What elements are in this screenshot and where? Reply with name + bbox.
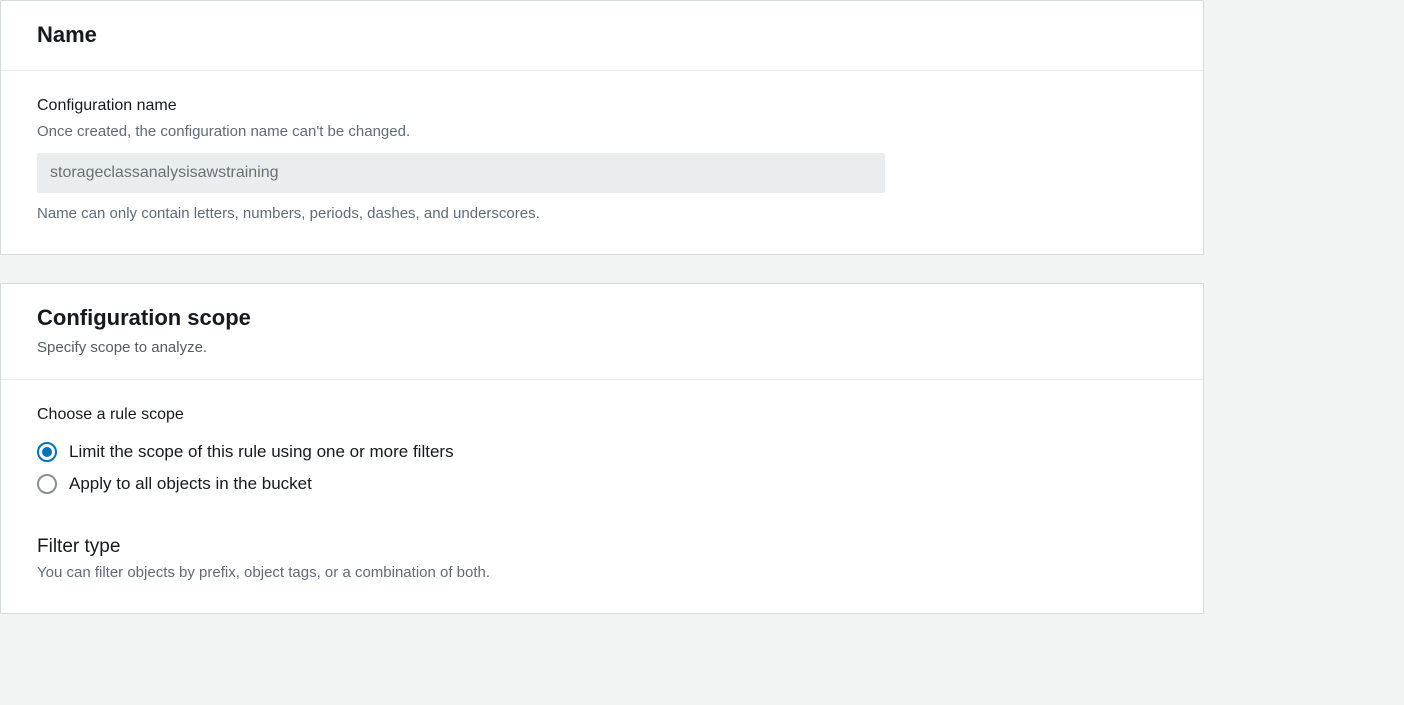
- radio-option-all[interactable]: Apply to all objects in the bucket: [37, 468, 1175, 500]
- scope-panel: Configuration scope Specify scope to ana…: [0, 283, 1204, 614]
- configuration-name-label: Configuration name: [37, 95, 1175, 117]
- scope-panel-header: Configuration scope Specify scope to ana…: [1, 284, 1203, 380]
- radio-label-limit: Limit the scope of this rule using one o…: [69, 442, 454, 462]
- scope-panel-body: Choose a rule scope Limit the scope of t…: [1, 380, 1203, 613]
- rule-scope-radio-group: Limit the scope of this rule using one o…: [37, 436, 1175, 500]
- configuration-name-hint: Once created, the configuration name can…: [37, 121, 1175, 144]
- configuration-name-input: [37, 153, 885, 193]
- filter-type-section: Filter type You can filter objects by pr…: [37, 536, 1175, 585]
- scope-panel-subtitle: Specify scope to analyze.: [37, 337, 1175, 360]
- name-panel-body: Configuration name Once created, the con…: [1, 71, 1203, 254]
- rule-scope-field: Choose a rule scope Limit the scope of t…: [37, 404, 1175, 500]
- rule-scope-label: Choose a rule scope: [37, 404, 1175, 426]
- radio-label-all: Apply to all objects in the bucket: [69, 474, 312, 494]
- filter-type-hint: You can filter objects by prefix, object…: [37, 562, 1175, 585]
- radio-icon: [37, 474, 57, 494]
- configuration-name-help: Name can only contain letters, numbers, …: [37, 203, 1175, 226]
- name-panel-title: Name: [37, 21, 1175, 50]
- name-panel: Name Configuration name Once created, th…: [0, 0, 1204, 255]
- radio-icon: [37, 442, 57, 462]
- scope-panel-title: Configuration scope: [37, 304, 1175, 333]
- filter-type-title: Filter type: [37, 536, 1175, 558]
- name-panel-header: Name: [1, 1, 1203, 71]
- configuration-name-field: Configuration name Once created, the con…: [37, 95, 1175, 226]
- radio-option-limit[interactable]: Limit the scope of this rule using one o…: [37, 436, 1175, 468]
